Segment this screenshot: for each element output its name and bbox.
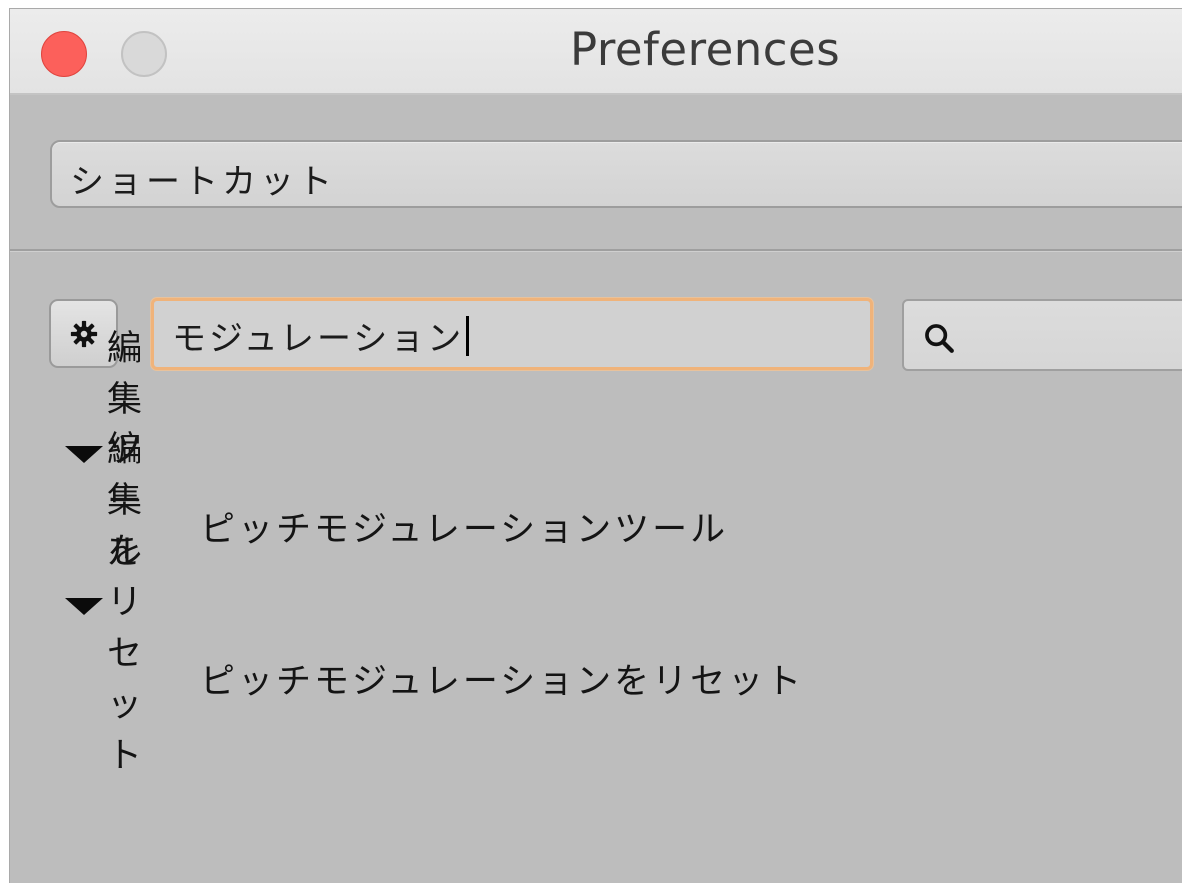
text-caret	[466, 316, 470, 356]
category-popup-label: ショートカット	[70, 162, 336, 202]
filter-input-text: モジュレーション	[172, 319, 465, 359]
window-title: Preferences	[570, 23, 841, 76]
magnifier-icon	[925, 324, 954, 353]
tree-item-pitch-modulation-tool[interactable]: ピッチモジュレーションツール	[200, 501, 728, 552]
minimize-button[interactable]	[121, 31, 167, 77]
gear-icon	[70, 320, 97, 347]
tree-group-label: 編集をリセット	[107, 429, 146, 776]
section-divider	[10, 249, 1182, 251]
filter-input[interactable]: モジュレーション	[151, 298, 873, 370]
close-button[interactable]	[41, 31, 87, 77]
disclosure-triangle-icon[interactable]	[65, 597, 103, 615]
title-bar[interactable]: Preferences	[10, 9, 1182, 95]
disclosure-triangle-icon[interactable]	[65, 445, 103, 463]
category-popup-button[interactable]: ショートカット	[50, 140, 1182, 208]
filter-input-value: モジュレーション	[172, 311, 470, 360]
tree-item-reset-pitch-modulation[interactable]: ピッチモジュレーションをリセット	[200, 653, 804, 704]
search-input[interactable]	[902, 299, 1182, 371]
preferences-window: Preferences ショートカット モジュレーション 編集ツール ピッチモジ…	[9, 8, 1182, 883]
tree-group-reset-edit[interactable]: 編集をリセット	[65, 430, 145, 776]
